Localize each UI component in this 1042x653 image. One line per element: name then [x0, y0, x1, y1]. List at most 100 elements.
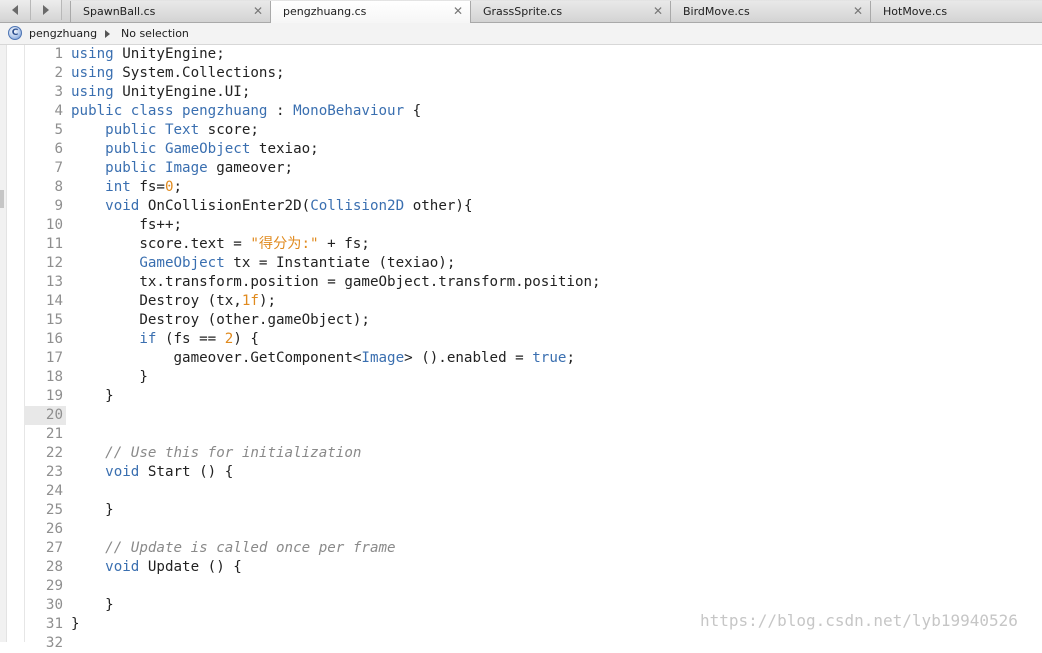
breadcrumb-class[interactable]: pengzhuang [29, 27, 97, 40]
tab-scroll-left-button[interactable] [0, 0, 31, 20]
tab-grasssprite[interactable]: GrassSprite.cs ✕ [470, 1, 670, 22]
code-text: // Update is called once per frame [71, 539, 396, 558]
tab-pengzhuang[interactable]: pengzhuang.cs ✕ [270, 1, 470, 23]
tab-label: HotMove.cs [883, 5, 948, 18]
code-line[interactable]: 4 public class pengzhuang : MonoBehaviour… [0, 102, 1042, 121]
breadcrumb-member-selector[interactable]: No selection [121, 27, 189, 40]
code-token: MonoBehaviour [293, 103, 405, 119]
code-token: void [105, 559, 140, 575]
code-line[interactable]: 5 public Text score; [0, 121, 1042, 140]
code-line[interactable]: 28 void Update () { [0, 558, 1042, 577]
code-line[interactable]: 29 [0, 577, 1042, 596]
line-number: 29 [45, 578, 63, 594]
line-number: 5 [54, 122, 63, 138]
code-token: Collision2D [310, 198, 405, 214]
code-text: public Image gameover; [71, 159, 293, 178]
line-number: 11 [45, 236, 63, 252]
code-line[interactable]: 18 } [0, 368, 1042, 387]
arrow-right-icon [43, 5, 49, 15]
line-number: 27 [45, 540, 63, 556]
code-token: if [139, 331, 157, 347]
code-line[interactable]: 13 tx.transform.position = gameObject.tr… [0, 273, 1042, 292]
close-icon[interactable]: ✕ [653, 4, 663, 18]
tab-hotmove[interactable]: HotMove.cs✕ [870, 1, 1042, 22]
code-line[interactable]: 32 [0, 634, 1042, 653]
code-line[interactable]: 1 using UnityEngine; [0, 45, 1042, 64]
code-text: tx.transform.position = gameObject.trans… [71, 273, 600, 292]
code-text: } [71, 596, 114, 615]
code-token: } [71, 388, 114, 404]
line-number: 20 [24, 406, 66, 425]
code-line[interactable]: 27 // Update is called once per frame [0, 539, 1042, 558]
code-line[interactable]: 22 // Use this for initialization [0, 444, 1042, 463]
close-icon[interactable]: ✕ [453, 4, 463, 18]
code-token: int [105, 179, 131, 195]
close-icon[interactable]: ✕ [253, 4, 263, 18]
line-number: 17 [45, 350, 63, 366]
code-token: gameover.GetComponent< [71, 350, 362, 366]
code-text: gameover.GetComponent<Image> ().enabled … [71, 349, 575, 368]
tab-birdmove[interactable]: BirdMove.cs ✕ [670, 1, 870, 22]
code-token: GameObject [139, 255, 225, 271]
code-line[interactable]: 24 [0, 482, 1042, 501]
code-line[interactable]: 3 using UnityEngine.UI; [0, 83, 1042, 102]
code-token: using [71, 46, 114, 62]
line-number: 21 [45, 426, 63, 442]
code-line[interactable]: 19 } [0, 387, 1042, 406]
code-token: Destroy (other.gameObject); [71, 312, 370, 328]
code-line[interactable]: 12 GameObject tx = Instantiate (texiao); [0, 254, 1042, 273]
code-token: Destroy (tx, [71, 293, 242, 309]
code-text: } [71, 615, 80, 634]
code-line[interactable]: 26 [0, 520, 1042, 539]
code-token: UnityEngine.UI; [113, 84, 251, 100]
code-line[interactable]: 17 gameover.GetComponent<Image> ().enabl… [0, 349, 1042, 368]
line-number: 16 [45, 331, 63, 347]
code-text: void OnCollisionEnter2D(Collision2D othe… [71, 197, 472, 216]
code-line[interactable]: 14 Destroy (tx,1f); [0, 292, 1042, 311]
code-token: // Update is called once per frame [105, 540, 396, 556]
line-number: 7 [54, 160, 63, 176]
tab-scroll-right-button[interactable] [31, 0, 62, 20]
code-token: gameover; [207, 160, 294, 176]
code-editor[interactable]: 1 using UnityEngine; 2 using System.Collect… [0, 45, 1042, 653]
code-line[interactable]: 20 [0, 406, 1042, 425]
line-number: 3 [54, 84, 63, 100]
code-token: } [71, 616, 80, 632]
code-line[interactable]: 15 Destroy (other.gameObject); [0, 311, 1042, 330]
code-line[interactable]: 9 void OnCollisionEnter2D(Collision2D ot… [0, 197, 1042, 216]
code-text: int fs=0; [71, 178, 182, 197]
code-line[interactable]: 2 using System.Collections; [0, 64, 1042, 83]
code-line[interactable]: 7 public Image gameover; [0, 159, 1042, 178]
line-number: 24 [45, 483, 63, 499]
code-text: } [71, 387, 114, 406]
code-line[interactable]: 6 public GameObject texiao; [0, 140, 1042, 159]
line-number: 22 [45, 445, 63, 461]
code-token: // Use this for initialization [105, 445, 362, 461]
code-text: using UnityEngine; [71, 45, 225, 64]
code-line[interactable]: 11 score.text = "得分为:" + fs; [0, 235, 1042, 254]
code-line[interactable]: 16 if (fs == 2) { [0, 330, 1042, 349]
code-line[interactable]: 23 void Start () { [0, 463, 1042, 482]
code-text: fs++; [71, 216, 182, 235]
code-line[interactable]: 8 int fs=0; [0, 178, 1042, 197]
tab-spawnball[interactable]: SpawnBall.cs ✕ [70, 1, 270, 22]
code-token: UnityEngine; [113, 46, 225, 62]
line-number: 14 [45, 293, 63, 309]
code-text: // Use this for initialization [71, 444, 361, 463]
code-token: Text [164, 122, 200, 138]
close-icon[interactable]: ✕ [853, 4, 863, 18]
tab-label: BirdMove.cs [683, 5, 750, 18]
code-line[interactable]: 21 [0, 425, 1042, 444]
code-token: public [105, 122, 157, 138]
code-text: GameObject tx = Instantiate (texiao); [71, 254, 455, 273]
code-line[interactable]: 10 fs++; [0, 216, 1042, 235]
code-line[interactable]: 25 } [0, 501, 1042, 520]
